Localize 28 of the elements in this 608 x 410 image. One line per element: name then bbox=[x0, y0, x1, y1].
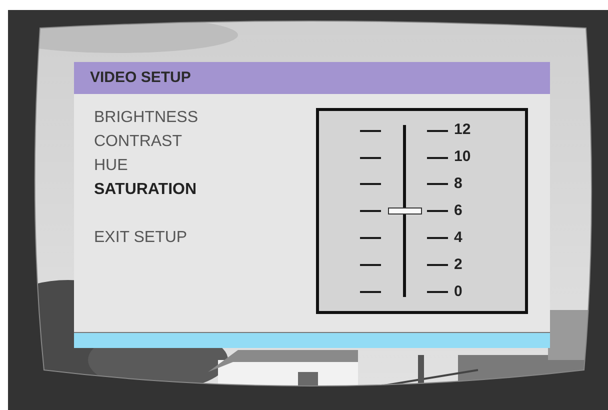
scale-tick bbox=[427, 210, 448, 212]
scale-tick bbox=[360, 210, 381, 212]
scale-tick bbox=[360, 290, 381, 293]
menu-title: VIDEO SETUP bbox=[90, 68, 191, 88]
scale-tick bbox=[427, 130, 448, 132]
scale-label: 10 bbox=[454, 147, 471, 168]
menu-item[interactable]: HUE bbox=[94, 154, 316, 178]
scale-label: 8 bbox=[454, 174, 462, 194]
slider-thumb[interactable] bbox=[388, 208, 422, 215]
scale-label: 0 bbox=[454, 282, 462, 302]
scale-tick bbox=[360, 130, 381, 132]
scale-label: 12 bbox=[454, 120, 471, 140]
scale-tick bbox=[427, 264, 448, 266]
menu-item[interactable]: EXIT SETUP bbox=[94, 226, 316, 250]
menu-item[interactable]: CONTRAST bbox=[94, 130, 316, 154]
scale-tick bbox=[360, 264, 381, 266]
menu-item[interactable]: SATURATION bbox=[94, 178, 316, 202]
scale-label: 2 bbox=[454, 254, 462, 275]
scale-tick bbox=[360, 183, 381, 186]
scale-tick bbox=[360, 156, 381, 159]
scale-label: 4 bbox=[454, 228, 462, 248]
scale-tick bbox=[427, 156, 448, 159]
scale-tick bbox=[427, 237, 448, 240]
scale-label: 6 bbox=[454, 201, 462, 222]
scale-tick bbox=[427, 290, 448, 293]
menu-item[interactable]: BRIGHTNESS bbox=[94, 106, 316, 130]
scale-tick bbox=[427, 183, 448, 186]
scale-tick bbox=[360, 237, 381, 240]
